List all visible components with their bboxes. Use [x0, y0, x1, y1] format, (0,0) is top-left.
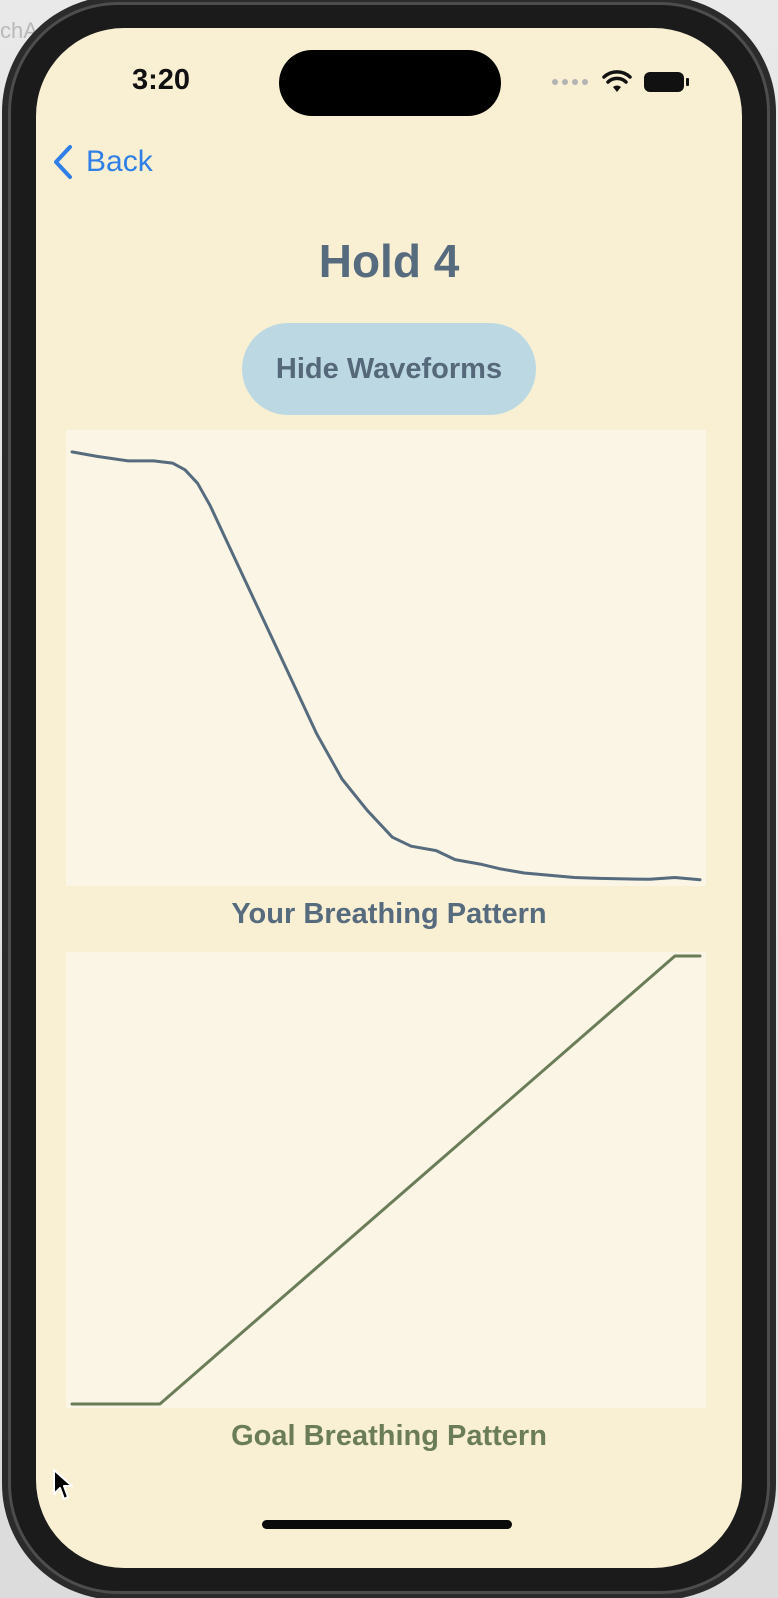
wifi-icon — [602, 70, 632, 92]
goal-chart-caption: Goal Breathing Pattern — [231, 1420, 547, 1452]
user-breathing-line — [70, 450, 702, 882]
hide-waveforms-button[interactable]: Hide Waveforms — [242, 323, 536, 415]
goal-breathing-chart — [66, 952, 706, 1408]
phone-frame: 3:20 Back Hold 4 Hide Waveforms Your Bre… — [8, 2, 770, 1594]
chevron-left-icon — [54, 145, 72, 179]
goal-breathing-chart-svg — [70, 954, 702, 1406]
dynamic-island — [279, 50, 501, 116]
page-title: Hold 4 — [318, 235, 460, 287]
status-icons — [552, 68, 689, 96]
backdrop-window-text: chA — [0, 18, 38, 43]
back-button[interactable]: Back — [52, 144, 153, 180]
home-indicator[interactable] — [262, 1520, 512, 1529]
cellular-dots-icon — [552, 79, 588, 85]
user-breathing-chart-svg — [70, 450, 702, 882]
back-label: Back — [86, 145, 153, 178]
goal-breathing-line — [70, 954, 702, 1406]
app-screen: 3:20 Back Hold 4 Hide Waveforms Your Bre… — [36, 28, 742, 1568]
user-chart-caption: Your Breathing Pattern — [231, 898, 547, 930]
mouse-cursor-icon — [53, 1469, 73, 1500]
status-time: 3:20 — [132, 64, 191, 96]
battery-icon — [644, 72, 689, 92]
user-breathing-chart — [66, 430, 706, 886]
